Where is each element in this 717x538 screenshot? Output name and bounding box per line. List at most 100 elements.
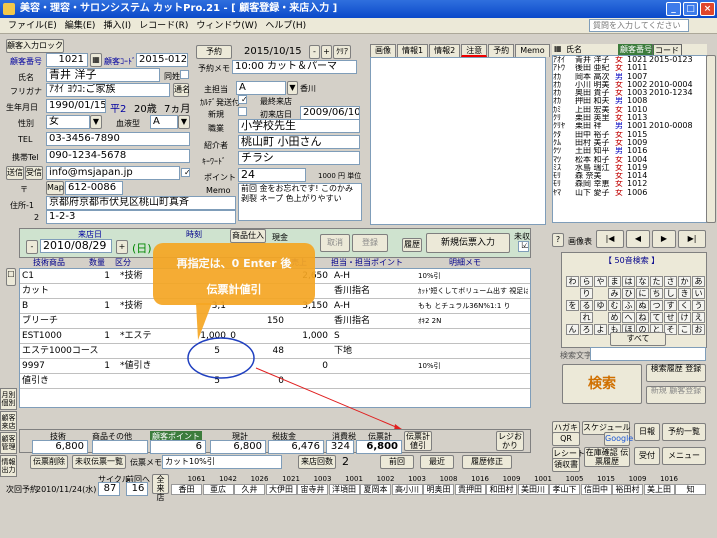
kana-key[interactable]: ん (566, 324, 579, 335)
history-fix-button[interactable]: 履歴修正 (462, 455, 512, 469)
kana-key[interactable]: く (678, 300, 691, 311)
kana-key[interactable]: ゆ (594, 300, 607, 311)
visit-history-name[interactable]: 亜広 (202, 484, 234, 495)
kana-key[interactable]: ひ (622, 288, 635, 299)
latest-button[interactable]: 最近 (420, 455, 454, 469)
visit-history-name[interactable]: 美田川 (517, 484, 549, 495)
slip-memo-field[interactable]: カット10%引 (162, 455, 282, 469)
kana-key[interactable]: き (678, 288, 691, 299)
new-customer-button[interactable]: 新規 顧客登録 (646, 386, 706, 404)
slip-discount-button[interactable]: 伝票計値引 (404, 431, 432, 451)
visit-history-name[interactable]: 久井 (234, 484, 265, 495)
kana-key[interactable]: し (664, 288, 677, 299)
search-history-button[interactable]: 検索履歴 登録 (646, 364, 706, 382)
visit-history-name[interactable]: 信田中 (580, 484, 612, 495)
visit-history-number: 1015 (597, 475, 615, 483)
subtotal: 6,800 (210, 440, 266, 454)
vtab-output[interactable]: 情報 出力 (0, 455, 17, 477)
kana-key[interactable]: お (692, 324, 705, 335)
kana-key[interactable]: う (692, 300, 705, 311)
next-reservation-date: 2010/11/24(水) (36, 485, 97, 494)
stock-button[interactable]: 在庫確認 伝票履歴 (584, 447, 630, 467)
search-button[interactable]: 検索 (562, 364, 642, 404)
next-record-button[interactable]: ▶ (652, 230, 676, 248)
kana-key[interactable]: か (678, 276, 691, 287)
unpaid-list-button[interactable]: 未収伝票一覧 (72, 455, 126, 469)
visit-history-name[interactable]: 孝山下 (549, 484, 580, 495)
kana-key[interactable]: あ (692, 276, 705, 287)
vtab-monthly[interactable]: 月別 個別 (0, 388, 17, 410)
kana-key[interactable]: ふ (622, 300, 635, 311)
visit-history-name[interactable]: 知 (675, 484, 706, 495)
visit-history-strip[interactable]: 香田 亜広 久井 大伊田 宙寺井 洋頃田 夏岡本 高小川 明奥田 貴押田 和田村 美田川 孝山下 信田中裕… (171, 474, 715, 496)
kana-all-button[interactable]: すべて (610, 332, 666, 346)
previous-button[interactable]: 前回 (380, 455, 414, 469)
first-record-button[interactable]: |◀ (596, 230, 624, 248)
kana-key[interactable]: ぬ (636, 300, 649, 311)
reservation-list-button[interactable]: 予約一覧 (662, 423, 706, 441)
prev-record-button[interactable]: ◀ (626, 230, 650, 248)
kana-key[interactable]: め (608, 312, 621, 323)
menu-button[interactable]: メニュー (662, 447, 706, 465)
slip-total: 6,800 (356, 440, 402, 454)
visit-history-number: 1009 (628, 475, 647, 483)
kana-key[interactable]: せ (664, 312, 677, 323)
kana-key[interactable]: つ (650, 300, 663, 311)
kana-key[interactable]: ち (650, 288, 663, 299)
kana-key[interactable]: け (678, 312, 691, 323)
visit-count-button[interactable]: 来店回数 (298, 455, 336, 469)
visit-history-name[interactable]: 明奥田 (423, 484, 454, 495)
kana-key[interactable]: ろ (580, 324, 593, 335)
kana-key[interactable]: り (580, 288, 593, 299)
visit-history-name[interactable]: 和田村 (486, 484, 517, 495)
visit-history-number: 1008 (439, 475, 458, 483)
search-text-field[interactable] (590, 347, 706, 361)
slip-memo-label: 伝票メモ (130, 458, 162, 467)
kana-key[interactable]: ね (636, 312, 649, 323)
visit-history-name[interactable]: 裕田村 (612, 484, 643, 495)
kana-key[interactable]: ま (608, 276, 621, 287)
daily-report-button[interactable]: 日報 (634, 423, 660, 441)
kana-key[interactable]: れ (580, 312, 593, 323)
vtab-visits[interactable]: 顧客 来店 (0, 411, 17, 431)
visit-history-name[interactable]: 貴押田 (454, 484, 486, 495)
next-reservation-label: 次回予約 (6, 485, 38, 494)
kana-key[interactable]: よ (594, 324, 607, 335)
visit-history-number: 1016 (471, 475, 489, 483)
kana-key[interactable]: な (636, 276, 649, 287)
kana-key[interactable]: わ (566, 276, 579, 287)
visit-history-name[interactable]: 洋頃田 (328, 484, 360, 495)
help-icon[interactable]: ? (552, 233, 564, 247)
receipt-button[interactable]: レジおかり (496, 431, 524, 451)
visit-history-name[interactable]: 香田 (171, 484, 202, 495)
visit-history-name[interactable]: 宙寺井 (297, 484, 328, 495)
kana-key[interactable]: や (594, 276, 607, 287)
visit-history-name[interactable]: 大伊田 (265, 484, 297, 495)
google-button[interactable]: Google (604, 432, 633, 446)
kana-key[interactable]: い (692, 288, 705, 299)
kana-key[interactable]: た (650, 276, 663, 287)
last-record-button[interactable]: ▶| (678, 230, 706, 248)
kana-key[interactable]: て (650, 312, 663, 323)
kana-key[interactable]: み (608, 288, 621, 299)
qr-button[interactable]: QR (552, 432, 580, 446)
all-visits-button[interactable]: 全来店 (152, 474, 169, 502)
kana-key[interactable]: さ (664, 276, 677, 287)
invoice-button[interactable]: 領収書 (552, 458, 580, 472)
kana-key[interactable]: を (566, 300, 579, 311)
kana-key[interactable]: ら (580, 276, 593, 287)
reception-button[interactable]: 受付 (634, 447, 660, 465)
slip-delete-button[interactable]: 伝票削除 (30, 455, 68, 469)
kana-key[interactable]: す (664, 300, 677, 311)
visit-history-name[interactable]: 高小川 (391, 484, 423, 495)
kana-key[interactable]: る (580, 300, 593, 311)
vtab-customers[interactable]: 顧客 管理 (0, 432, 17, 454)
kana-key[interactable]: は (622, 276, 635, 287)
visit-history-name[interactable]: 夏岡本 (360, 484, 391, 495)
visit-history-name[interactable]: 美上田 (643, 484, 675, 495)
kana-key[interactable]: に (636, 288, 649, 299)
kana-key[interactable]: む (608, 300, 621, 311)
kana-key[interactable]: へ (622, 312, 635, 323)
kana-key[interactable]: こ (678, 324, 691, 335)
kana-key[interactable]: え (692, 312, 705, 323)
